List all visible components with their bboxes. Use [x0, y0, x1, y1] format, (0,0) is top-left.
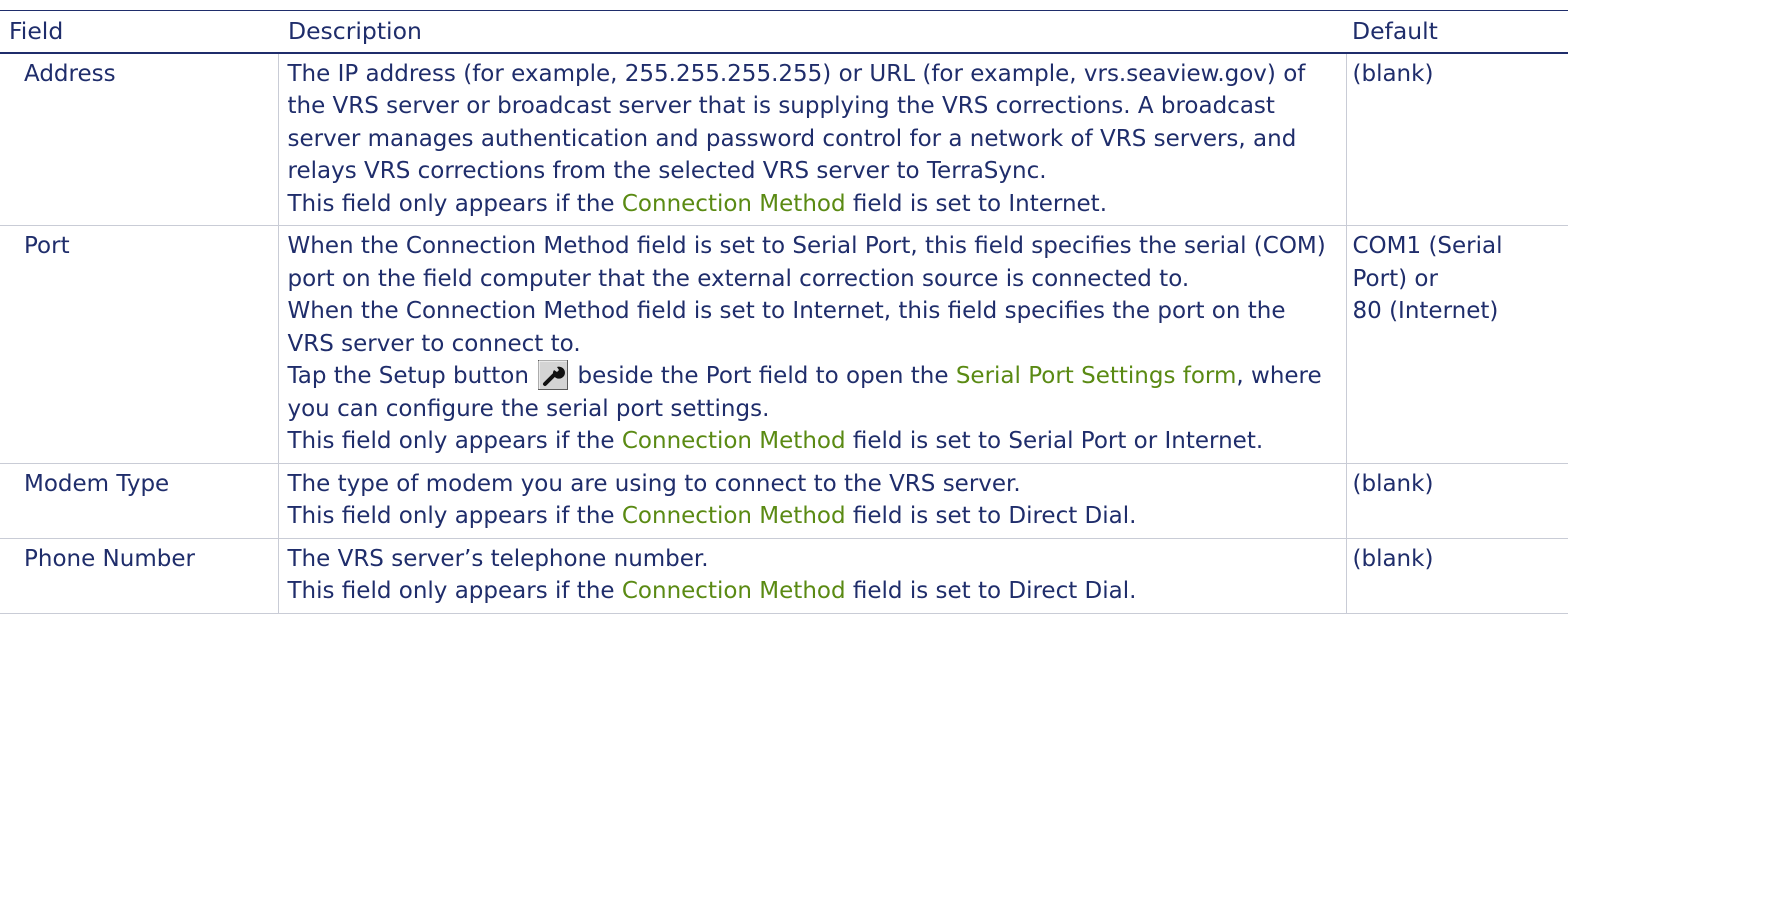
table-row-phone-number: Phone Number The VRS server’s telephone … [0, 538, 1568, 614]
default-line: 80 (Internet) [1352, 298, 1499, 324]
description-text: The VRS server’s telephone number. [287, 545, 709, 572]
field-name-phone-number: Phone Number [0, 538, 278, 614]
connection-method-link[interactable]: Connection Method [622, 503, 846, 529]
table-row-port: Port When the Connection Method field is… [0, 225, 1568, 464]
connection-method-link[interactable]: Connection Method [622, 191, 846, 217]
availability-note: This field only appears if the Connectio… [288, 500, 1337, 533]
header-row: Field Description Default [0, 11, 1568, 54]
description-text: The IP address (for example, 255.255.255… [287, 60, 1306, 185]
serial-port-settings-link[interactable]: Serial Port Settings form [956, 363, 1237, 389]
note-text: This field only appears if the [287, 190, 622, 217]
description-address: The IP address (for example, 255.255.255… [277, 52, 1347, 226]
field-name-port: Port [0, 225, 278, 464]
instruction-text: beside the Port field to open the [570, 363, 956, 389]
default-modem-type: (blank) [1346, 463, 1568, 539]
note-text: This field only appears if the [287, 428, 622, 454]
default-address: (blank) [1346, 52, 1568, 226]
header-default: Default [1346, 11, 1568, 54]
default-phone-number: (blank) [1346, 538, 1568, 614]
availability-note: This field only appears if the Connectio… [288, 575, 1337, 608]
default-line: COM1 (Serial [1352, 233, 1503, 259]
availability-note: This field only appears if the Connectio… [288, 188, 1337, 221]
fields-table: Field Description Default Address The IP… [0, 11, 1568, 614]
description-text: When the Connection Method field is set … [287, 233, 1326, 292]
table-row-address: Address The IP address (for example, 255… [0, 52, 1568, 226]
connection-method-link[interactable]: Connection Method [622, 578, 846, 604]
field-name-modem-type: Modem Type [0, 463, 278, 539]
description-text: The type of modem you are using to conne… [287, 470, 1021, 497]
note-text: field is set to Serial Port or Internet. [845, 428, 1264, 454]
note-text: This field only appears if the [287, 503, 622, 529]
header-field: Field [0, 11, 278, 54]
setup-instruction: Tap the Setup button beside the Port fie… [288, 360, 1337, 425]
default-line: Port) or [1352, 265, 1438, 292]
table-row-modem-type: Modem Type The type of modem you are usi… [0, 463, 1568, 539]
default-port: COM1 (Serial Port) or 80 (Internet) [1346, 225, 1568, 464]
description-phone-number: The VRS server’s telephone number. This … [277, 538, 1347, 614]
note-text: field is set to Direct Dial. [845, 503, 1137, 529]
note-text: field is set to Internet. [845, 190, 1108, 217]
availability-note: This field only appears if the Connectio… [288, 425, 1337, 458]
description-modem-type: The type of modem you are using to conne… [277, 463, 1347, 539]
description-text: When the Connection Method field is set … [287, 298, 1286, 357]
note-text: This field only appears if the [287, 578, 622, 604]
header-description: Description [278, 11, 1346, 54]
note-text: field is set to Direct Dial. [845, 578, 1137, 604]
description-port: When the Connection Method field is set … [277, 225, 1347, 464]
field-name-address: Address [0, 52, 278, 226]
instruction-text: Tap the Setup button [287, 363, 537, 389]
wrench-icon [538, 360, 569, 390]
table-header: Field Description Default [0, 11, 1568, 54]
connection-method-link[interactable]: Connection Method [622, 428, 846, 454]
